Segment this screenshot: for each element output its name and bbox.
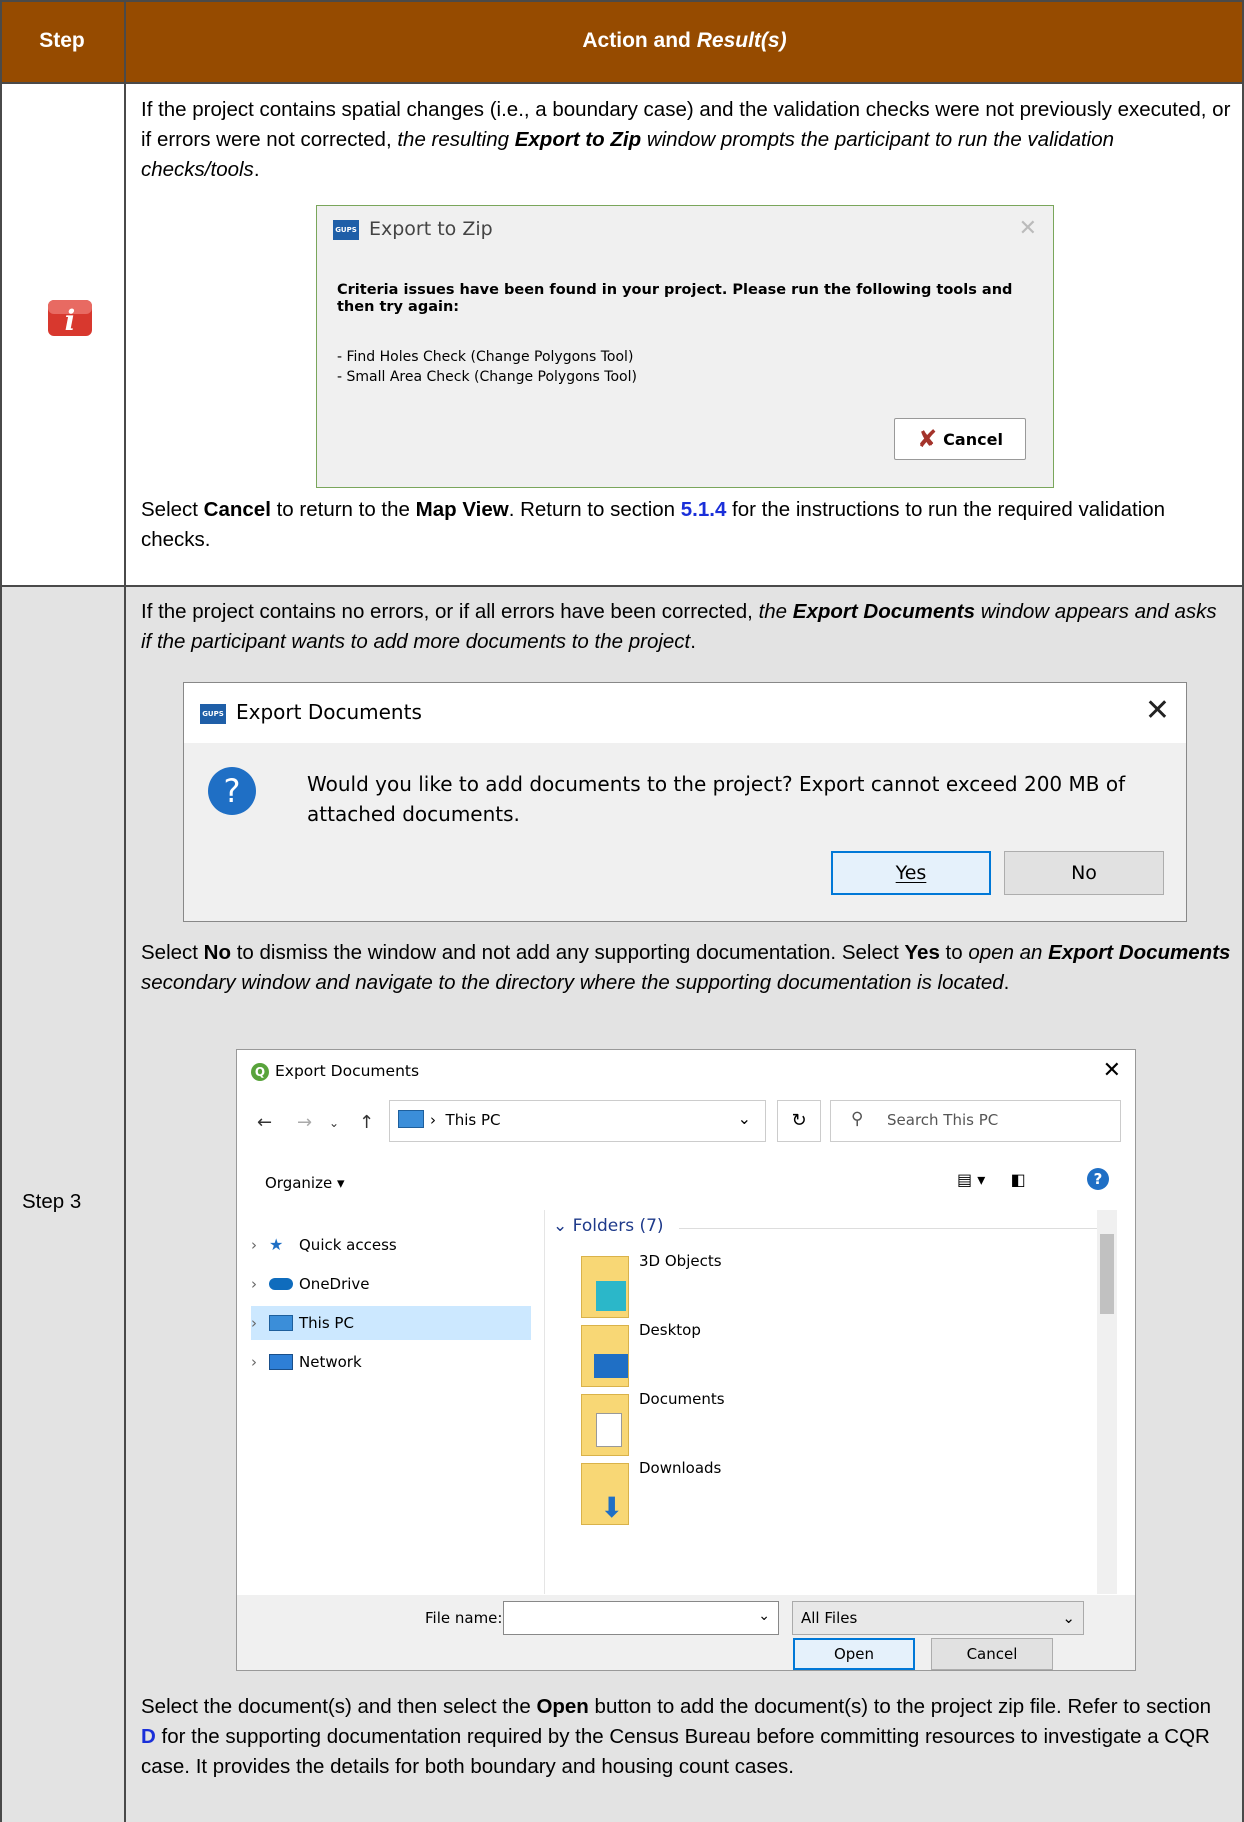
folder-3d-objects-icon xyxy=(581,1256,629,1318)
network-icon xyxy=(269,1354,293,1370)
row2-paragraph-3: Select the document(s) and then select t… xyxy=(141,1695,1212,1778)
folder-item[interactable]: Documents xyxy=(581,1390,781,1460)
grid-line xyxy=(0,0,2,1822)
navigation-pane: › ★ Quick access › OneDrive › This PC › … xyxy=(237,1210,545,1594)
cancel-button[interactable]: Cancel xyxy=(931,1638,1053,1670)
step-label: Step 3 xyxy=(22,1190,82,1213)
dialog-tool-list: - Find Holes Check (Change Polygons Tool… xyxy=(337,347,637,387)
dialog-message: Would you like to add documents to the p… xyxy=(307,772,1126,826)
tree-item-this-pc[interactable]: › This PC xyxy=(251,1306,531,1340)
star-icon: ★ xyxy=(269,1235,284,1254)
folder-item[interactable]: ⬇ Downloads xyxy=(581,1459,781,1529)
file-type-select[interactable]: All Files ⌄ xyxy=(792,1601,1084,1635)
file-name-input[interactable]: ⌄ xyxy=(503,1601,779,1635)
row2-paragraph-2: Select No to dismiss the window and not … xyxy=(141,941,1231,994)
cloud-icon xyxy=(269,1278,293,1290)
search-icon: ⚲ xyxy=(851,1109,864,1129)
yes-button[interactable]: Yes xyxy=(831,851,991,895)
dialog-title: GUPS Export Documents xyxy=(200,700,422,724)
folder-downloads-icon: ⬇ xyxy=(581,1463,629,1525)
section-link[interactable]: 5.1.4 xyxy=(681,498,727,521)
close-icon[interactable]: ✕ xyxy=(1145,693,1170,728)
organize-menu[interactable]: Organize ▾ xyxy=(265,1174,345,1192)
folder-item[interactable]: 3D Objects xyxy=(581,1252,781,1322)
open-button[interactable]: Open xyxy=(793,1638,915,1670)
table-header: Step Action and Result(s) xyxy=(0,0,1244,82)
file-name-label: File name: xyxy=(425,1609,503,1627)
folder-desktop-icon xyxy=(581,1325,629,1387)
section-link[interactable]: D xyxy=(141,1725,156,1748)
export-documents-dialog: GUPS Export Documents ✕ ? Would you like … xyxy=(183,682,1187,922)
close-icon[interactable]: ✕ xyxy=(1103,1058,1121,1083)
grid-line xyxy=(0,82,1244,84)
dialog-message: Criteria issues have been found in your … xyxy=(337,282,1013,315)
header-action: Action and Result(s) xyxy=(125,0,1244,82)
tree-item-quick-access[interactable]: › ★ Quick access xyxy=(251,1228,531,1262)
tree-item-network[interactable]: › Network xyxy=(251,1345,531,1379)
search-placeholder: Search This PC xyxy=(887,1111,999,1129)
no-button[interactable]: No xyxy=(1004,851,1164,895)
recent-chevron-icon[interactable]: ⌄ xyxy=(329,1116,339,1130)
folder-item[interactable]: Desktop xyxy=(581,1321,781,1391)
chevron-down-icon[interactable]: ⌄ xyxy=(758,1608,770,1624)
up-arrow-icon[interactable]: ↑ xyxy=(359,1112,374,1133)
info-icon: i xyxy=(48,300,92,337)
forward-arrow-icon[interactable]: → xyxy=(297,1112,312,1133)
dialog-title: GUPS Export to Zip xyxy=(333,218,493,240)
address-path: › This PC xyxy=(430,1111,501,1129)
file-open-dialog: Q Export Documents ✕ ← → ⌄ ↑ › This PC ⌄ … xyxy=(236,1049,1136,1671)
gups-app-icon: GUPS xyxy=(333,219,359,240)
x-icon: ✘ xyxy=(917,425,938,453)
chevron-down-icon: ⌄ xyxy=(1062,1609,1075,1627)
question-icon: ? xyxy=(208,767,256,815)
folders-group-header[interactable]: ⌄ Folders (7) xyxy=(553,1216,664,1236)
row1-paragraph-2: Select Cancel to return to the Map View.… xyxy=(141,498,1166,551)
chevron-right-icon[interactable]: › xyxy=(251,1314,269,1332)
row2-paragraph-1: If the project contains no errors, or if… xyxy=(141,600,1217,653)
divider xyxy=(679,1228,1097,1229)
header-action-text: Action and xyxy=(582,29,691,52)
folder-documents-icon xyxy=(581,1394,629,1456)
address-bar[interactable]: › This PC ⌄ xyxy=(389,1100,766,1142)
grid-line xyxy=(124,0,126,1822)
list-item: - Small Area Check (Change Polygons Tool… xyxy=(337,369,637,385)
view-options-icon[interactable]: ▤ ▾ ◧ xyxy=(957,1170,1026,1189)
instruction-table: Step Action and Result(s) i If the proje… xyxy=(0,0,1244,1822)
grid-line xyxy=(0,0,1244,2)
help-icon[interactable]: ? xyxy=(1087,1168,1109,1190)
grid-line xyxy=(0,585,1244,587)
chevron-right-icon[interactable]: › xyxy=(251,1236,269,1254)
preview-pane-icon[interactable]: ◧ xyxy=(1011,1170,1026,1189)
svg-text:i: i xyxy=(65,304,76,337)
refresh-icon[interactable]: ↻ xyxy=(777,1100,821,1142)
gups-app-icon: GUPS xyxy=(200,703,226,724)
export-to-zip-dialog: GUPS Export to Zip ✕ Criteria issues have… xyxy=(316,205,1054,488)
scrollbar[interactable] xyxy=(1097,1210,1117,1594)
cancel-button[interactable]: ✘ Cancel xyxy=(894,418,1026,460)
back-arrow-icon[interactable]: ← xyxy=(257,1112,272,1133)
tree-item-onedrive[interactable]: › OneDrive xyxy=(251,1267,531,1301)
list-item: - Find Holes Check (Change Polygons Tool… xyxy=(337,349,634,365)
close-icon[interactable]: ✕ xyxy=(1019,216,1037,241)
chevron-right-icon[interactable]: › xyxy=(251,1353,269,1371)
header-action-italic: Result(s) xyxy=(696,29,787,52)
qgis-icon: Q xyxy=(251,1062,269,1081)
search-input[interactable]: ⚲ Search This PC xyxy=(830,1100,1121,1142)
scrollbar-thumb[interactable] xyxy=(1100,1234,1114,1314)
pc-icon xyxy=(269,1315,293,1331)
row1-paragraph-1: If the project contains spatial changes … xyxy=(141,98,1231,181)
content-pane: ⌄ Folders (7) 3D Objects Desktop Documen… xyxy=(545,1210,1135,1594)
header-step: Step xyxy=(39,29,85,52)
dialog-title: Q Export Documents xyxy=(251,1062,419,1081)
chevron-right-icon[interactable]: › xyxy=(251,1275,269,1293)
pc-icon xyxy=(398,1110,424,1128)
dialog-footer: File name: ⌄ All Files ⌄ Open Cancel xyxy=(237,1595,1135,1670)
chevron-down-icon[interactable]: ⌄ xyxy=(738,1109,751,1128)
